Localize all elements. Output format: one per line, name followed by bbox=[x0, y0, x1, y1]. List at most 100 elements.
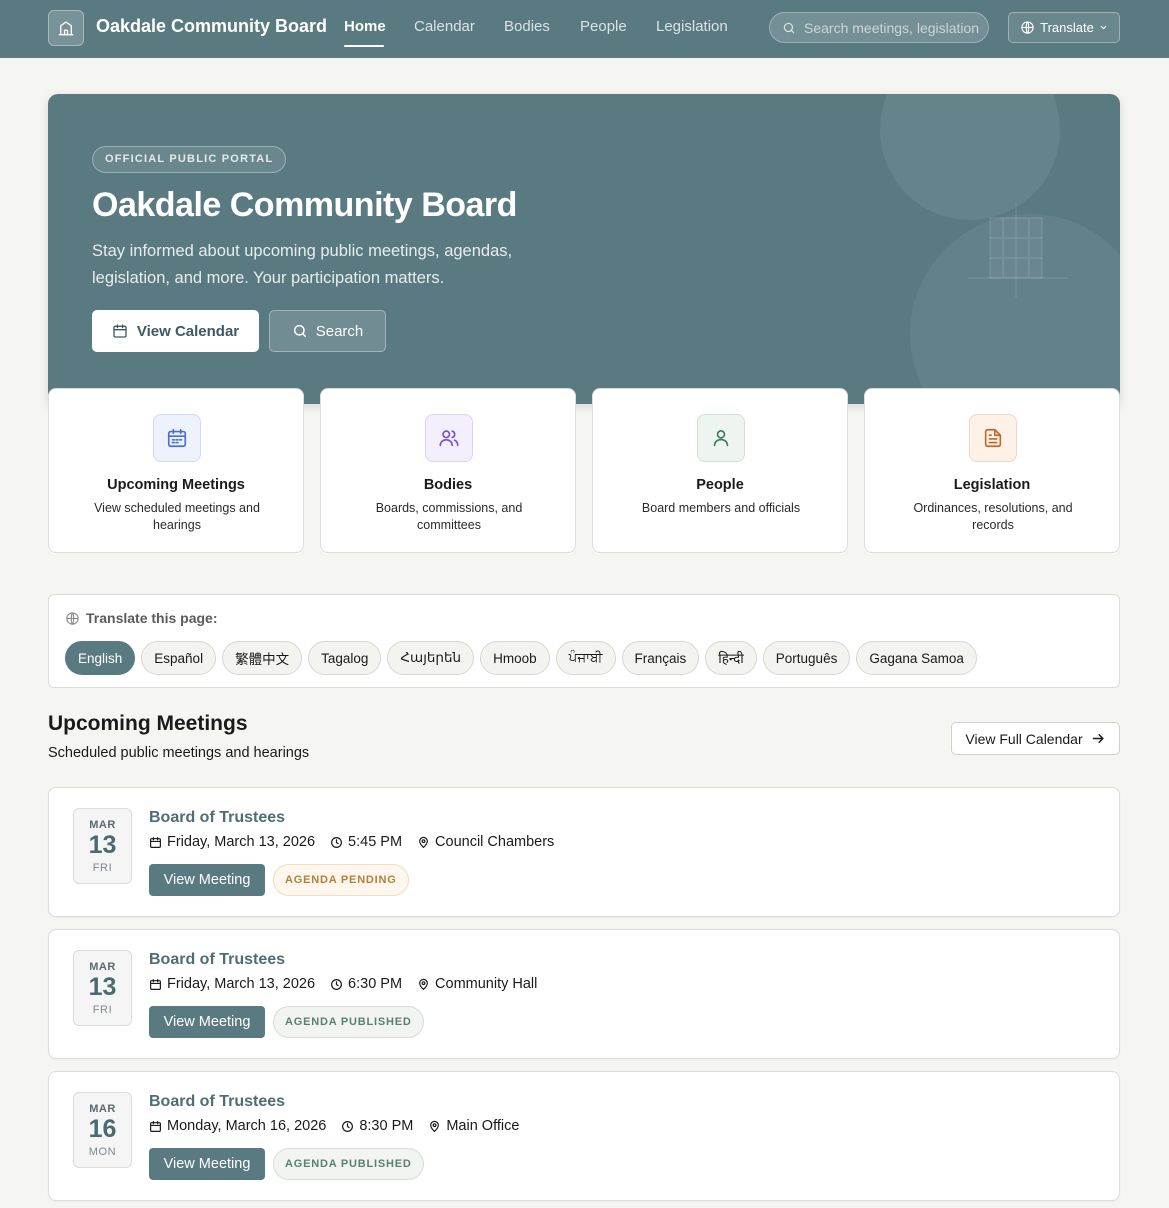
nav-people[interactable]: People bbox=[580, 18, 627, 35]
map-pin-icon bbox=[419, 978, 428, 990]
hero-subtitle: Stay informed about upcoming public meet… bbox=[92, 242, 513, 287]
hero-banner: OFFICIAL PUBLIC PORTAL Oakdale Community… bbox=[48, 94, 1120, 404]
document-icon bbox=[969, 414, 1017, 462]
hero-search-label: Search bbox=[315, 322, 364, 340]
section-subtitle: Scheduled public meetings and hearings bbox=[48, 745, 310, 761]
view-meeting-button[interactable]: View Meeting bbox=[149, 864, 265, 896]
nav-legislation[interactable]: Legislation bbox=[656, 18, 728, 35]
language-chip-armenian[interactable]: Հայերեն bbox=[387, 641, 475, 675]
meeting-title[interactable]: Board of Trustees bbox=[149, 809, 285, 827]
nav-active-indicator bbox=[344, 45, 384, 47]
date-month: MAR bbox=[89, 1103, 116, 1115]
view-meeting-button[interactable]: View Meeting bbox=[149, 1148, 265, 1180]
card-people[interactable]: People Board members and officials bbox=[592, 388, 848, 553]
language-chips: English Español 繁體中文 Tagalog Հայերեն Hmo… bbox=[65, 641, 977, 675]
nav-home[interactable]: Home bbox=[344, 18, 386, 35]
map-pin-icon bbox=[419, 836, 428, 848]
translate-bar: Translate this page: English Español 繁體中… bbox=[48, 594, 1120, 688]
language-chip-tagalog[interactable]: Tagalog bbox=[308, 641, 382, 675]
date-month: MAR bbox=[89, 819, 116, 831]
status-badge: AGENDA PUBLISHED bbox=[273, 1148, 424, 1180]
meeting-card: MAR 13 FRI Board of Trustees Friday, Mar… bbox=[48, 929, 1120, 1059]
nav-calendar[interactable]: Calendar bbox=[414, 18, 475, 35]
status-badge: AGENDA PUBLISHED bbox=[273, 1006, 424, 1038]
clock-icon bbox=[342, 1120, 354, 1132]
language-chip-portuguese[interactable]: Português bbox=[762, 641, 851, 675]
translate-bar-text: Translate this page: bbox=[86, 610, 218, 626]
brand-title[interactable]: Oakdale Community Board bbox=[96, 16, 327, 37]
meeting-meta: Friday, March 13, 2026 6:30 PM Community… bbox=[149, 976, 552, 992]
section-title: Upcoming Meetings bbox=[48, 712, 248, 735]
nav-bodies[interactable]: Bodies bbox=[504, 18, 550, 35]
users-icon bbox=[425, 414, 473, 462]
card-legislation[interactable]: Legislation Ordinances, resolutions, and… bbox=[864, 388, 1120, 553]
language-chip-hindi[interactable]: हिन्दी bbox=[705, 641, 757, 675]
meeting-location: Main Office bbox=[446, 1118, 520, 1134]
status-badge: AGENDA PENDING bbox=[273, 864, 409, 896]
meeting-date: Monday, March 16, 2026 bbox=[167, 1118, 327, 1134]
card-title: Legislation bbox=[953, 477, 1031, 493]
meeting-time: 5:45 PM bbox=[348, 834, 403, 850]
language-chip-french[interactable]: Français bbox=[621, 641, 700, 675]
arrow-right-icon bbox=[1092, 734, 1104, 743]
view-calendar-label: View Calendar bbox=[136, 322, 240, 340]
language-chip-chinese[interactable]: 繁體中文 bbox=[222, 641, 303, 675]
card-bodies[interactable]: Bodies Boards, commissions, and committe… bbox=[320, 388, 576, 553]
card-upcoming-meetings[interactable]: Upcoming Meetings View scheduled meeting… bbox=[48, 388, 304, 553]
calendar-icon bbox=[150, 836, 161, 848]
meeting-time: 8:30 PM bbox=[359, 1118, 414, 1134]
language-chip-spanish[interactable]: Español bbox=[141, 641, 217, 675]
date-weekday: MON bbox=[88, 1146, 117, 1158]
search-icon bbox=[783, 22, 795, 34]
search-box bbox=[769, 12, 989, 43]
language-chip-english[interactable]: English bbox=[65, 641, 136, 675]
card-description: Ordinances, resolutions, and records bbox=[913, 501, 1073, 532]
view-meeting-button[interactable]: View Meeting bbox=[149, 1006, 265, 1038]
view-calendar-button[interactable]: View Calendar bbox=[92, 310, 259, 352]
calendar-icon bbox=[113, 324, 127, 338]
calendar-icon bbox=[150, 1120, 161, 1132]
meeting-meta: Monday, March 16, 2026 8:30 PM Main Offi… bbox=[149, 1118, 534, 1134]
meeting-title[interactable]: Board of Trustees bbox=[149, 951, 285, 969]
calendar-icon bbox=[153, 414, 201, 462]
card-description: View scheduled meetings and hearings bbox=[94, 501, 260, 532]
date-month: MAR bbox=[89, 961, 116, 973]
hero-search-button[interactable]: Search bbox=[269, 310, 386, 352]
globe-icon bbox=[1021, 21, 1034, 34]
portal-badge: OFFICIAL PUBLIC PORTAL bbox=[92, 146, 287, 173]
meeting-location: Community Hall bbox=[435, 976, 538, 992]
language-chip-samoan[interactable]: Gagana Samoa bbox=[856, 641, 977, 675]
search-icon bbox=[293, 324, 306, 338]
translate-button[interactable]: Translate bbox=[1008, 12, 1120, 43]
date-weekday: FRI bbox=[92, 862, 113, 874]
language-chip-punjabi[interactable]: ਪੰਜਾਬੀ bbox=[555, 641, 616, 675]
date-tile: MAR 13 FRI bbox=[73, 950, 132, 1026]
chevron-down-icon bbox=[1100, 25, 1107, 30]
date-day: 13 bbox=[88, 831, 117, 859]
card-title: Bodies bbox=[423, 477, 473, 493]
translate-bar-label: Translate this page: bbox=[65, 610, 217, 626]
card-description: Boards, commissions, and committees bbox=[375, 501, 523, 532]
user-icon bbox=[697, 414, 745, 462]
calendar-icon bbox=[150, 978, 161, 990]
translate-label: Translate bbox=[1040, 20, 1094, 35]
view-full-calendar-label: View Full Calendar bbox=[965, 730, 1083, 747]
meeting-date: Friday, March 13, 2026 bbox=[167, 976, 316, 992]
date-tile: MAR 13 FRI bbox=[73, 808, 132, 884]
date-day: 16 bbox=[88, 1115, 117, 1143]
meeting-time: 6:30 PM bbox=[348, 976, 403, 992]
clock-icon bbox=[331, 836, 343, 848]
meeting-title[interactable]: Board of Trustees bbox=[149, 1093, 285, 1111]
card-title: Upcoming Meetings bbox=[107, 477, 245, 493]
search-input[interactable] bbox=[804, 19, 980, 37]
globe-icon bbox=[66, 611, 79, 625]
date-weekday: FRI bbox=[92, 1004, 113, 1016]
view-full-calendar-button[interactable]: View Full Calendar bbox=[951, 722, 1120, 755]
map-pin-icon bbox=[430, 1120, 440, 1132]
language-chip-hmong[interactable]: Hmoob bbox=[480, 641, 550, 675]
building-illustration bbox=[968, 202, 1068, 298]
meeting-date: Friday, March 13, 2026 bbox=[167, 834, 316, 850]
date-tile: MAR 16 MON bbox=[73, 1092, 132, 1168]
card-description: Board members and officials bbox=[641, 501, 801, 515]
building-icon[interactable] bbox=[48, 10, 84, 46]
